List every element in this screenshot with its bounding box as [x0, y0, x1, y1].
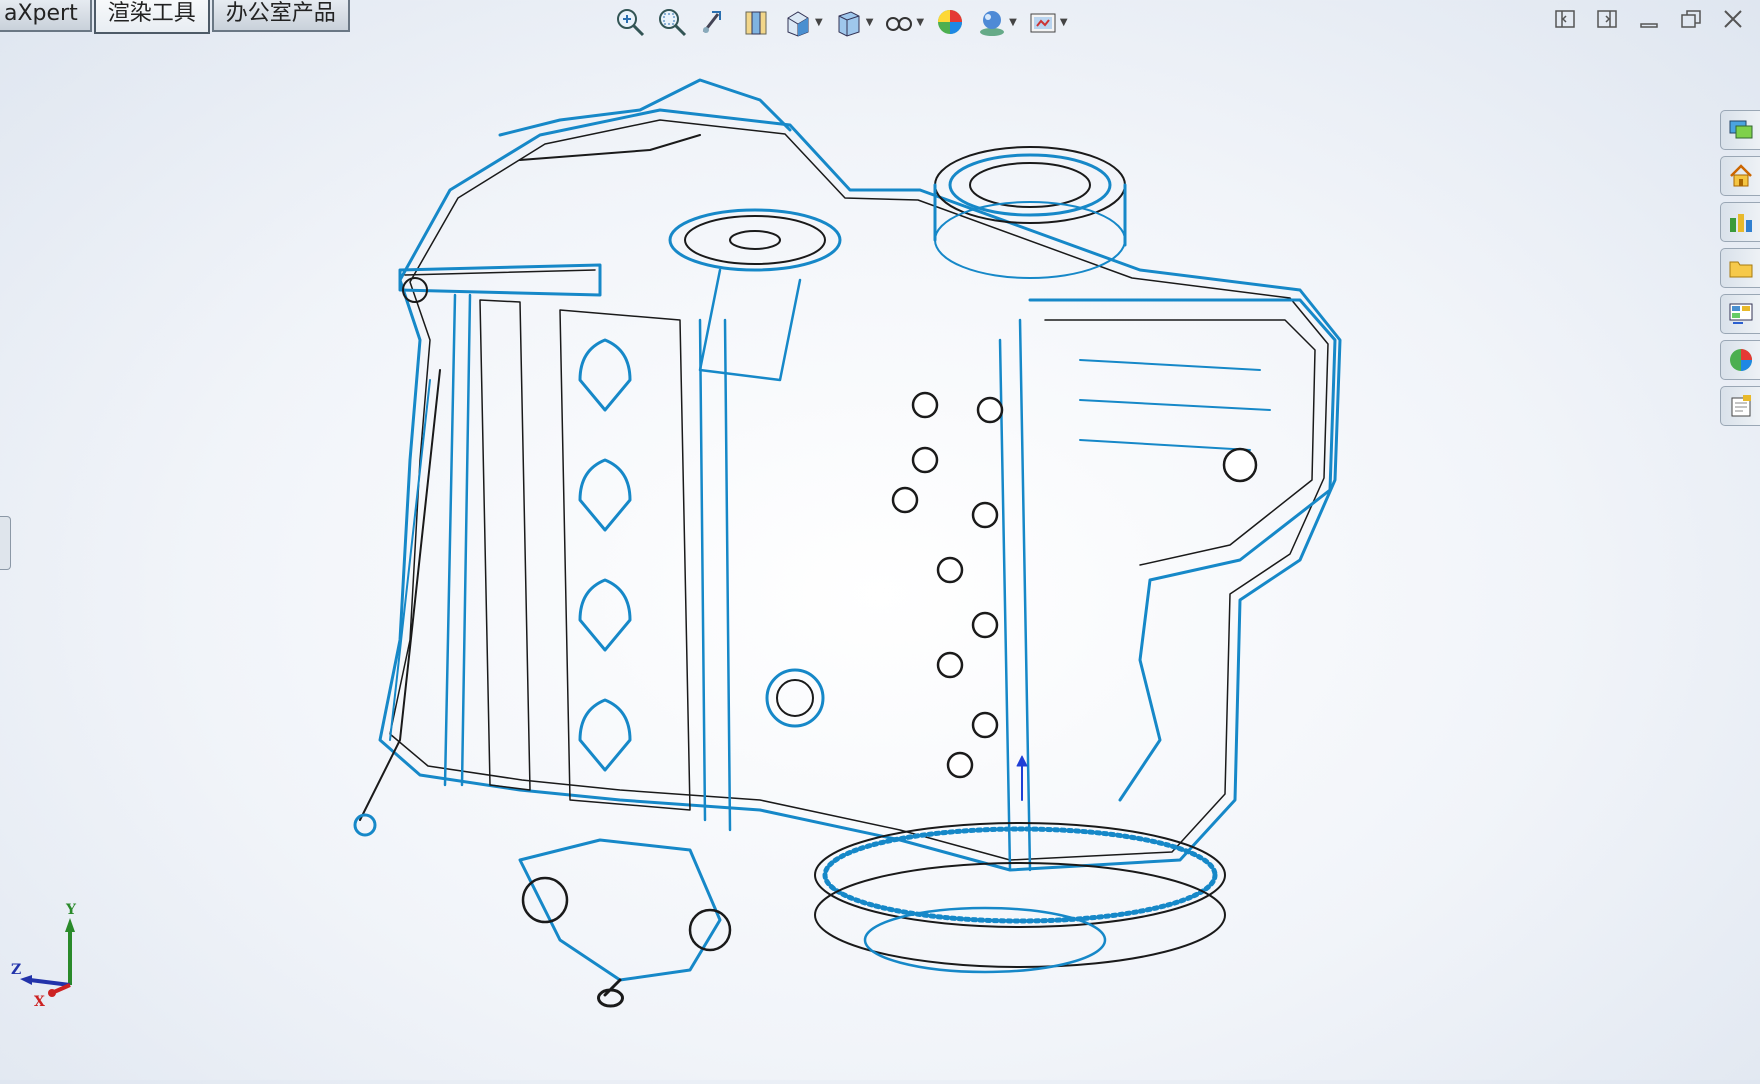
view-orientation-icon — [787, 11, 809, 37]
tile-right-button[interactable] — [1594, 6, 1620, 32]
view-orientation-button[interactable]: ▼ — [780, 4, 825, 40]
tab-axpert[interactable]: aXpert — [0, 0, 92, 32]
tile-left-button[interactable] — [1552, 6, 1578, 32]
tile-right-icon — [1597, 10, 1617, 28]
apply-scene-icon — [980, 11, 1005, 36]
y-axis-arrow — [65, 918, 75, 932]
view-settings-button[interactable]: ▼ — [1025, 4, 1070, 40]
section-view-icon — [745, 11, 767, 35]
zoom-to-area-icon — [659, 9, 687, 37]
window-controls — [1552, 6, 1746, 32]
heads-up-view-toolbar: ▼ ▼ ▼ ▼ ▼ — [612, 2, 1070, 42]
view-settings-icon — [1030, 13, 1056, 33]
tile-left-icon — [1555, 10, 1575, 28]
close-button[interactable] — [1720, 6, 1746, 32]
minimize-button[interactable] — [1636, 6, 1662, 32]
hide-show-items-button[interactable]: ▼ — [881, 4, 926, 40]
previous-view-button[interactable] — [696, 4, 732, 40]
previous-view-icon — [702, 11, 721, 33]
reference-triad: Y Z X — [11, 902, 77, 1010]
graphics-area[interactable] — [0, 40, 1760, 1080]
z-axis — [29, 978, 71, 987]
zoom-to-fit-icon — [617, 9, 645, 37]
display-style-button[interactable]: ▼ — [831, 4, 876, 40]
zoom-to-area-button[interactable] — [654, 4, 690, 40]
x-axis-arrow — [48, 989, 56, 997]
z-axis-arrow — [20, 975, 32, 985]
tab-office-products[interactable]: 办公室产品 — [211, 0, 350, 32]
edit-appearance-button[interactable] — [932, 4, 968, 40]
x-axis-label: X — [34, 994, 45, 1010]
z-axis-label: Z — [11, 962, 21, 978]
y-axis-label: Y — [65, 902, 77, 918]
command-tabs: aXpert 渲染工具 办公室产品 — [0, 0, 352, 34]
apply-scene-button[interactable]: ▼ — [974, 4, 1019, 40]
display-style-icon — [838, 11, 860, 37]
minimize-icon — [1640, 23, 1658, 28]
restore-icon — [1681, 10, 1701, 28]
close-icon — [1724, 10, 1742, 28]
restore-button[interactable] — [1678, 6, 1704, 32]
edit-appearance-icon — [938, 10, 963, 34]
hide-show-items-icon — [886, 17, 913, 31]
engine-model[interactable] — [0, 40, 1760, 1080]
zoom-to-fit-button[interactable] — [612, 4, 648, 40]
section-view-button[interactable] — [738, 4, 774, 40]
x-axis — [53, 983, 71, 994]
tab-render-tools[interactable]: 渲染工具 — [93, 0, 210, 34]
